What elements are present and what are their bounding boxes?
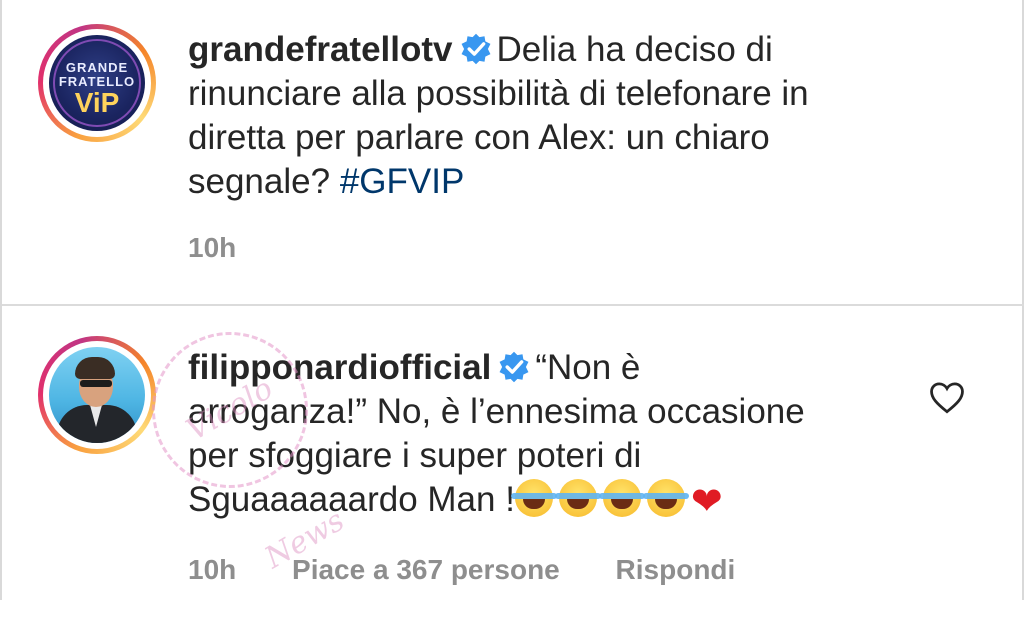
post-username[interactable]: grandefratellotv — [188, 30, 453, 69]
comment-timestamp: 10h — [188, 554, 237, 585]
gf-vip-logo: GRANDE FRATELLO ViP — [49, 35, 145, 131]
like-heart-icon[interactable] — [928, 380, 966, 414]
profile-photo — [49, 347, 145, 443]
verified-badge-icon — [461, 33, 490, 65]
verified-badge-icon — [499, 351, 529, 383]
post-caption: GRANDE FRATELLO ViP grandefratellotv Deli… — [2, 0, 1024, 304]
tears-of-joy-icon — [598, 479, 645, 517]
caption-text-block: grandefratellotv Delia ha deciso di rinun… — [188, 28, 908, 204]
comments-panel: GRANDE FRATELLO ViP grandefratellotv Deli… — [0, 0, 1024, 600]
hashtag-link[interactable]: #GFVIP — [340, 162, 464, 201]
comment-item: filipponardiofficial “Non è arroganza!” N… — [2, 306, 1024, 600]
tears-of-joy-icon — [510, 479, 557, 517]
post-timestamp: 10h — [188, 232, 237, 263]
post-avatar[interactable]: GRANDE FRATELLO ViP — [38, 24, 156, 142]
post-meta: 10h — [188, 232, 284, 264]
comment-avatar[interactable] — [38, 336, 156, 454]
tears-of-joy-icon — [642, 479, 689, 517]
reply-button[interactable]: Rispondi — [616, 554, 736, 585]
tears-of-joy-icon — [554, 479, 601, 517]
red-heart-icon: ❤ — [690, 481, 723, 523]
